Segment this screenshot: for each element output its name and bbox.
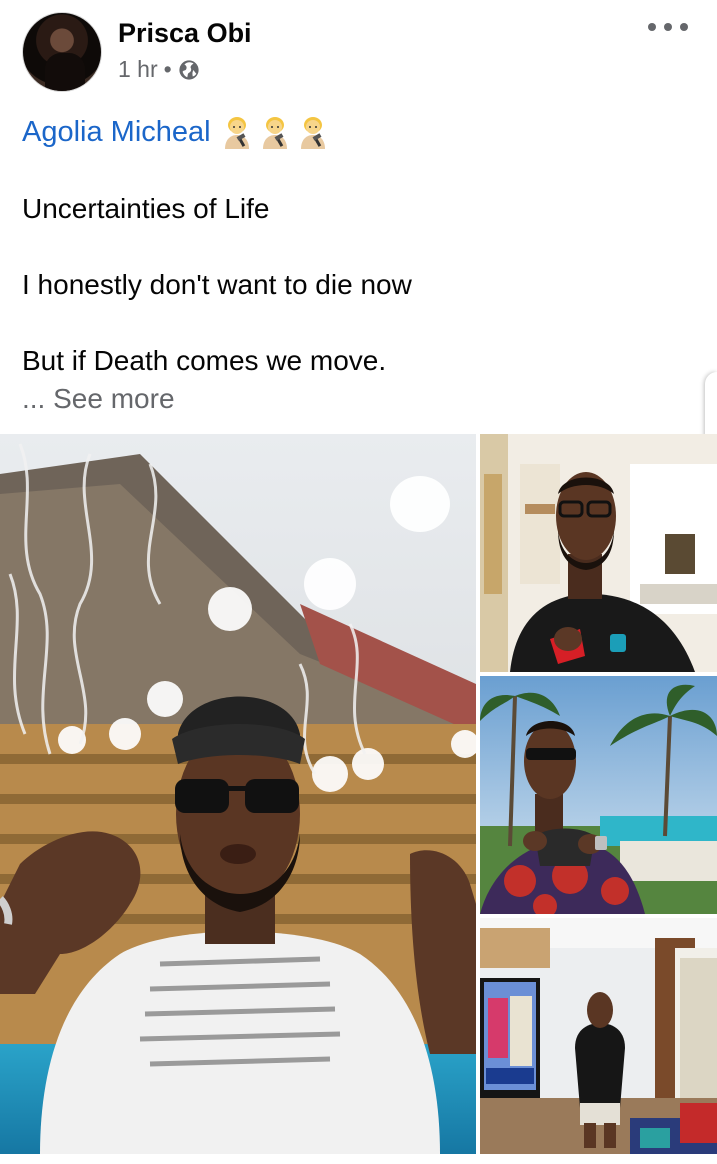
globe-icon[interactable] xyxy=(178,59,200,81)
post-header: Prisca Obi 1 hr • xyxy=(0,0,717,100)
see-more-link[interactable]: See more xyxy=(53,383,174,414)
photo-grid xyxy=(0,434,717,1154)
woman-judge-emoji xyxy=(259,115,291,149)
more-options-icon[interactable] xyxy=(648,14,688,40)
woman-judge-emoji xyxy=(221,115,253,149)
mention-line: Agolia Micheal xyxy=(22,112,702,152)
post-time[interactable]: 1 hr xyxy=(118,56,158,83)
author-name[interactable]: Prisca Obi xyxy=(118,18,252,49)
post-text-line: But if Death comes we move. xyxy=(22,345,387,376)
photo-man-black-shirt-red-cup[interactable] xyxy=(480,434,717,672)
more-dot-icon xyxy=(664,23,672,31)
emoji-row xyxy=(221,115,329,149)
post-meta: 1 hr • xyxy=(118,56,200,83)
see-more-line: ... See more xyxy=(22,380,702,418)
author-avatar[interactable] xyxy=(22,12,102,92)
post-text-line: I honestly don't want to die now xyxy=(22,269,412,300)
meta-separator: • xyxy=(163,56,172,82)
photo-man-red-patterned-shirt-palms[interactable] xyxy=(480,676,717,914)
woman-judge-emoji xyxy=(297,115,329,149)
post-text-line: Uncertainties of Life xyxy=(22,193,270,224)
more-dot-icon xyxy=(680,23,688,31)
post-body: Agolia Micheal Uncertainties of Life I h… xyxy=(22,112,702,418)
photo-man-white-shirt-sunglasses[interactable] xyxy=(0,434,476,1154)
photo-man-living-room-tv[interactable] xyxy=(480,918,717,1154)
ellipsis: ... xyxy=(22,383,46,414)
more-dot-icon xyxy=(648,23,656,31)
mention-link[interactable]: Agolia Micheal xyxy=(22,113,211,151)
